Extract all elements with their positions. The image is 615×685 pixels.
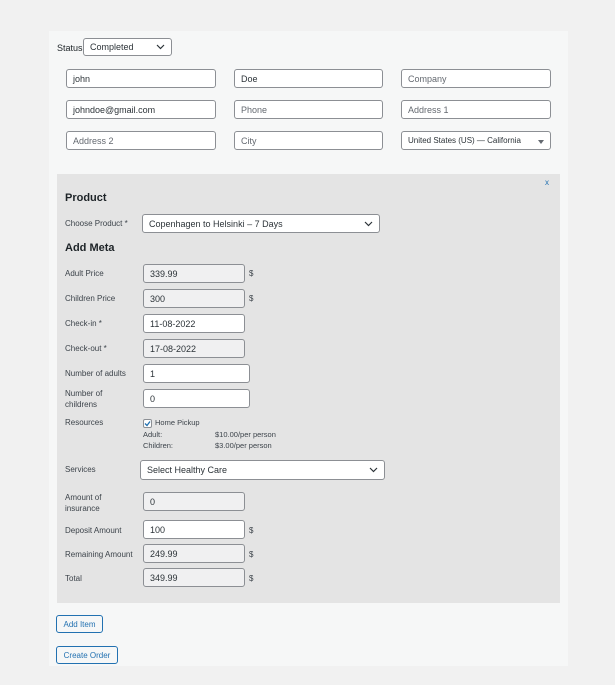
deposit-input[interactable]: 100 <box>143 520 245 539</box>
adult-price-label: Adult Price <box>65 269 104 278</box>
last-name-input[interactable]: Doe <box>234 69 383 88</box>
children-price-currency: $ <box>249 294 254 303</box>
resources-label: Resources <box>65 418 104 427</box>
services-select[interactable]: Select Healthy Care <box>140 460 385 480</box>
product-heading: Product <box>65 192 107 204</box>
city-input[interactable]: City <box>234 131 383 150</box>
resource-adult-price: $10.00/per person <box>215 430 276 439</box>
adults-label: Number of adults <box>65 369 126 378</box>
add-item-button[interactable]: Add Item <box>56 615 103 633</box>
choose-product-select[interactable]: Copenhagen to Helsinki – 7 Days <box>142 214 380 233</box>
insurance-label-line1: Amount of <box>65 493 102 502</box>
checkout-label: Check-out * <box>65 344 107 353</box>
childrens-label-line1: Number of <box>65 389 103 398</box>
order-item-box <box>57 174 560 603</box>
chevron-down-icon <box>364 219 373 229</box>
insurance-label-line2: insurance <box>65 504 100 513</box>
remaining-currency: $ <box>249 550 254 559</box>
first-name-input[interactable]: john <box>66 69 216 88</box>
address2-input[interactable]: Address 2 <box>66 131 216 150</box>
chevron-down-icon <box>156 42 165 52</box>
children-price-field: 300 <box>143 289 245 308</box>
phone-input[interactable]: Phone <box>234 100 383 119</box>
close-icon[interactable]: x <box>545 178 549 187</box>
resource-adult-label: Adult: <box>143 430 163 439</box>
choose-product-value: Copenhagen to Helsinki – 7 Days <box>149 218 283 229</box>
remaining-label: Remaining Amount <box>65 550 133 559</box>
chevron-down-icon <box>369 465 378 475</box>
checkin-label: Check-in * <box>65 319 102 328</box>
remaining-field: 249.99 <box>143 544 245 563</box>
childrens-input[interactable]: 0 <box>143 389 250 408</box>
email-input[interactable]: johndoe@gmail.com <box>66 100 216 119</box>
childrens-label-line2: childrens <box>65 400 98 409</box>
checkout-field: 17-08-2022 <box>143 339 245 358</box>
adults-input[interactable]: 1 <box>143 364 250 383</box>
total-label: Total <box>65 574 82 583</box>
total-field: 349.99 <box>143 568 245 587</box>
resource-children-price: $3.00/per person <box>215 441 272 450</box>
add-meta-heading: Add Meta <box>65 242 115 254</box>
home-pickup-checkbox[interactable] <box>143 419 152 428</box>
services-value: Select Healthy Care <box>147 465 228 475</box>
checkmark-icon <box>144 421 151 427</box>
country-state-select[interactable]: United States (US) — California <box>401 131 551 150</box>
insurance-field: 0 <box>143 492 245 511</box>
adult-price-field: 339.99 <box>143 264 245 283</box>
country-state-value: United States (US) — California <box>408 136 521 145</box>
children-price-label: Children Price <box>65 294 116 303</box>
checkin-input[interactable]: 11-08-2022 <box>143 314 245 333</box>
resource-children-label: Children: <box>143 441 174 450</box>
deposit-currency: $ <box>249 526 254 535</box>
create-order-button[interactable]: Create Order <box>56 646 118 664</box>
adult-price-currency: $ <box>249 269 254 278</box>
total-currency: $ <box>249 574 254 583</box>
status-select[interactable]: Completed <box>83 38 172 56</box>
caret-down-icon <box>538 136 544 146</box>
status-value: Completed <box>90 42 134 52</box>
home-pickup-label: Home Pickup <box>155 418 200 427</box>
company-input[interactable]: Company <box>401 69 551 88</box>
services-label: Services <box>65 465 96 474</box>
address1-input[interactable]: Address 1 <box>401 100 551 119</box>
status-label: Status <box>57 43 83 53</box>
choose-product-label: Choose Product * <box>65 219 128 228</box>
deposit-label: Deposit Amount <box>65 526 122 535</box>
